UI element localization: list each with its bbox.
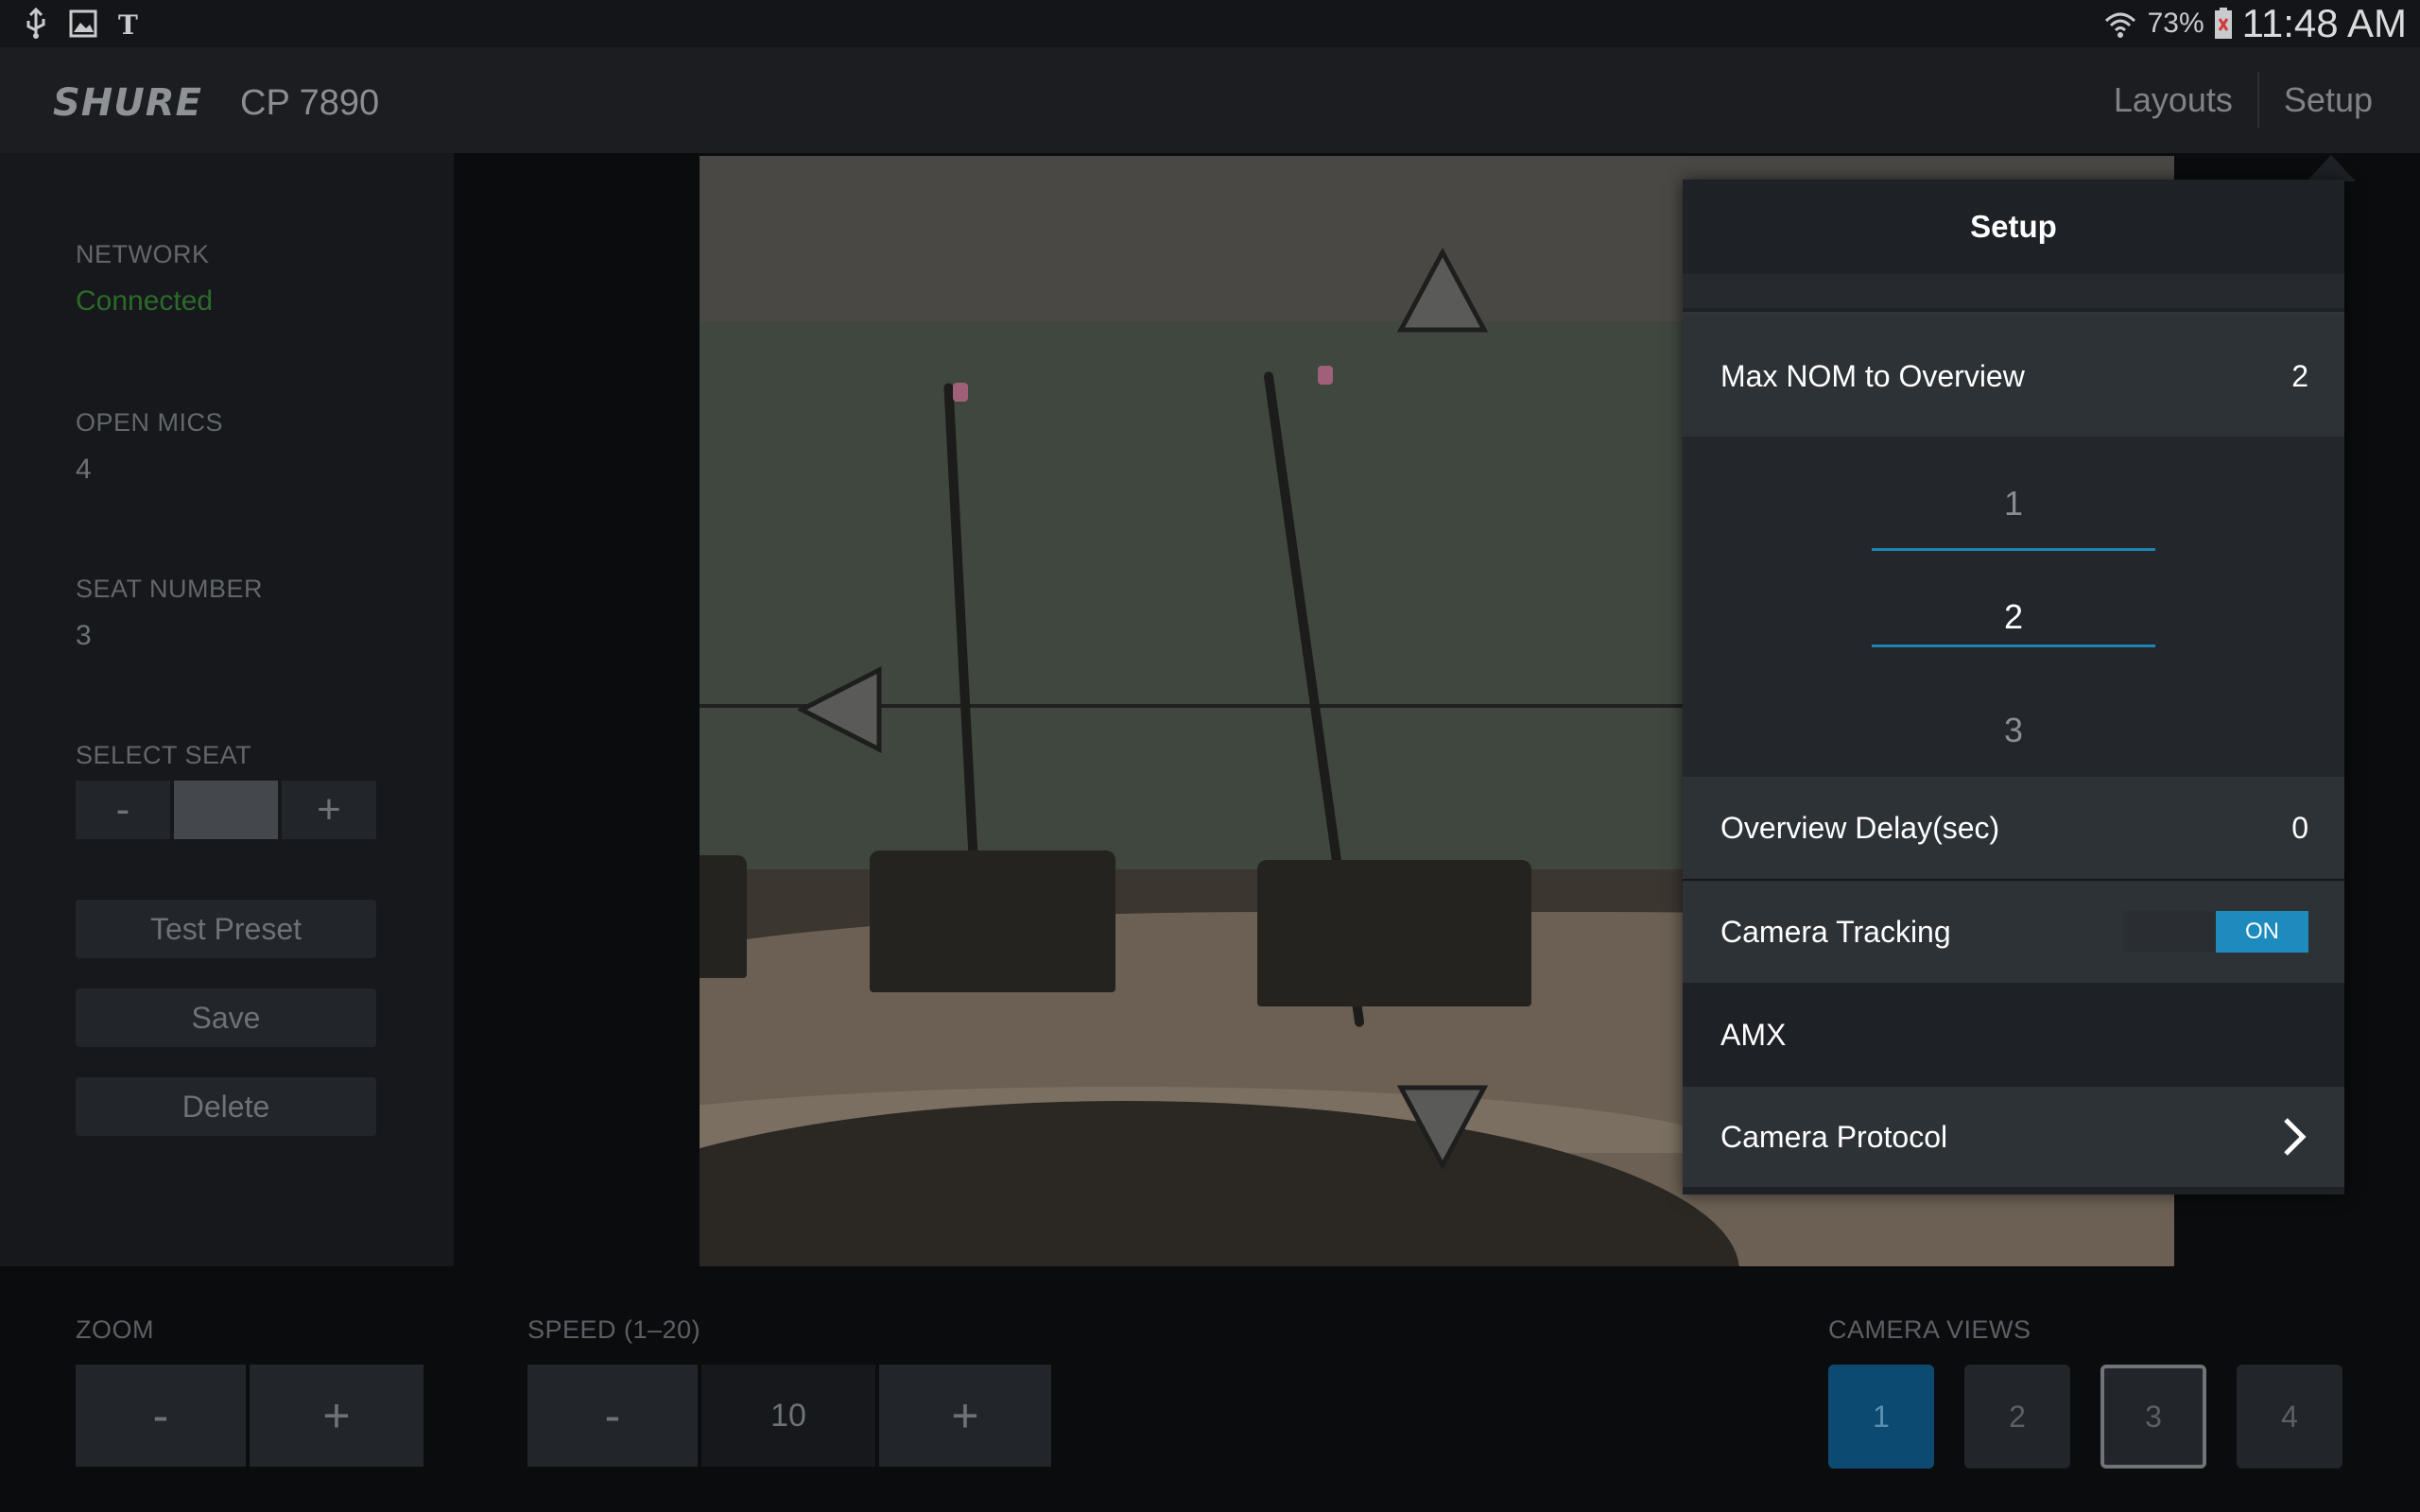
setup-title: Setup [1970, 209, 2057, 244]
setup-popover: Setup Max NOM to Overview 2 1 2 3 Overvi… [1683, 180, 2344, 1194]
network-status: Connected [76, 285, 214, 317]
mic-base [700, 855, 747, 978]
seat-decrement-button[interactable]: - [76, 781, 170, 839]
camera-tracking-label: Camera Tracking [1720, 914, 1951, 949]
seat-number-label: SEAT NUMBER [76, 575, 264, 603]
usb-icon [26, 8, 45, 39]
amx-label: AMX [1720, 1017, 1787, 1052]
select-seat-label: SELECT SEAT [76, 741, 252, 769]
nav-layouts[interactable]: Layouts [2089, 80, 2257, 120]
wifi-icon [2104, 12, 2135, 38]
delete-button[interactable]: Delete [76, 1077, 376, 1136]
top-nav: Layouts Setup [2089, 68, 2397, 132]
amx-row[interactable]: AMX [1683, 983, 2344, 1087]
pan-down-arrow-icon[interactable] [1395, 1082, 1490, 1169]
news-icon: T [118, 9, 138, 40]
battery-percent: 73% [2147, 8, 2204, 39]
pan-up-arrow-icon[interactable] [1395, 249, 1490, 335]
status-bar-notifications: T [21, 8, 146, 40]
camera-tracking-row: Camera Tracking ON [1683, 881, 2344, 983]
brand-logo: SHURE [53, 81, 202, 125]
test-preset-button[interactable]: Test Preset [76, 900, 376, 958]
zoom-label: ZOOM [76, 1315, 154, 1344]
speed-increase-button[interactable]: + [879, 1365, 1051, 1467]
open-mics-label: OPEN MICS [76, 408, 224, 437]
speed-value: 10 [701, 1365, 875, 1467]
pan-left-arrow-icon[interactable] [798, 666, 885, 753]
chevron-right-icon [2284, 1118, 2307, 1156]
max-nom-value: 2 [2291, 358, 2308, 393]
picker-option-2[interactable]: 2 [1683, 597, 2344, 637]
overview-delay-value: 0 [2291, 810, 2308, 845]
camera-view-2-button[interactable]: 2 [1964, 1365, 2070, 1469]
camera-views-label: CAMERA VIEWS [1828, 1315, 2031, 1344]
app-header: SHURE CP 7890 Layouts Setup [0, 47, 2420, 153]
clock: 11:48 AM [2241, 1, 2407, 45]
toggle-on-segment: ON [2216, 911, 2308, 953]
seat-number-value: 3 [76, 620, 92, 651]
picker-selection-top-line [1872, 548, 2155, 551]
mic-light [953, 383, 968, 402]
bottom-controls: ZOOM - + SPEED (1–20) - 10 + CAMERA VIEW… [0, 1266, 2420, 1512]
select-seat-stepper: - + [76, 781, 376, 839]
status-bar-system: 73% 11:48 AM [2102, 0, 2407, 47]
speed-decrease-button[interactable]: - [527, 1365, 698, 1467]
picker-option-3[interactable]: 3 [1683, 711, 2344, 750]
seat-input[interactable] [174, 781, 278, 839]
camera-view-1-button[interactable]: 1 [1828, 1365, 1934, 1469]
open-mics-value: 4 [76, 454, 92, 485]
overview-delay-row[interactable]: Overview Delay(sec) 0 [1683, 777, 2344, 879]
svg-text:T: T [118, 9, 138, 40]
picker-option-1[interactable]: 1 [1683, 484, 2344, 524]
speed-label: SPEED (1–20) [527, 1315, 701, 1344]
sidebar: NETWORK Connected OPEN MICS 4 SEAT NUMBE… [0, 153, 454, 1266]
nav-setup[interactable]: Setup [2259, 80, 2397, 120]
zoom-out-button[interactable]: - [76, 1365, 246, 1467]
max-nom-label: Max NOM to Overview [1720, 358, 2025, 393]
mic-base [870, 850, 1115, 992]
toggle-off-segment [2123, 911, 2216, 953]
network-label: NETWORK [76, 240, 210, 268]
setup-spacer [1683, 274, 2344, 308]
device-model: CP 7890 [240, 83, 380, 123]
camera-view-4-button[interactable]: 4 [2237, 1365, 2342, 1469]
camera-protocol-row[interactable]: Camera Protocol [1683, 1087, 2344, 1187]
seat-increment-button[interactable]: + [282, 781, 376, 839]
image-icon [69, 9, 97, 38]
setup-popover-caret [2307, 155, 2356, 181]
camera-view-3-button[interactable]: 3 [2100, 1365, 2206, 1469]
status-bar: T 73% 11:48 AM [0, 0, 2420, 47]
camera-tracking-toggle[interactable]: ON [2123, 911, 2308, 953]
mic-base [1257, 860, 1531, 1006]
zoom-in-button[interactable]: + [250, 1365, 424, 1467]
mic-light [1318, 366, 1333, 385]
picker-selection-bottom-line [1872, 644, 2155, 647]
overview-delay-label: Overview Delay(sec) [1720, 810, 2000, 845]
battery-icon [2214, 8, 2232, 39]
max-nom-picker[interactable]: 1 2 3 [1683, 437, 2344, 777]
save-button[interactable]: Save [76, 988, 376, 1047]
max-nom-row[interactable]: Max NOM to Overview 2 [1683, 316, 2344, 437]
camera-protocol-label: Camera Protocol [1720, 1119, 1948, 1154]
